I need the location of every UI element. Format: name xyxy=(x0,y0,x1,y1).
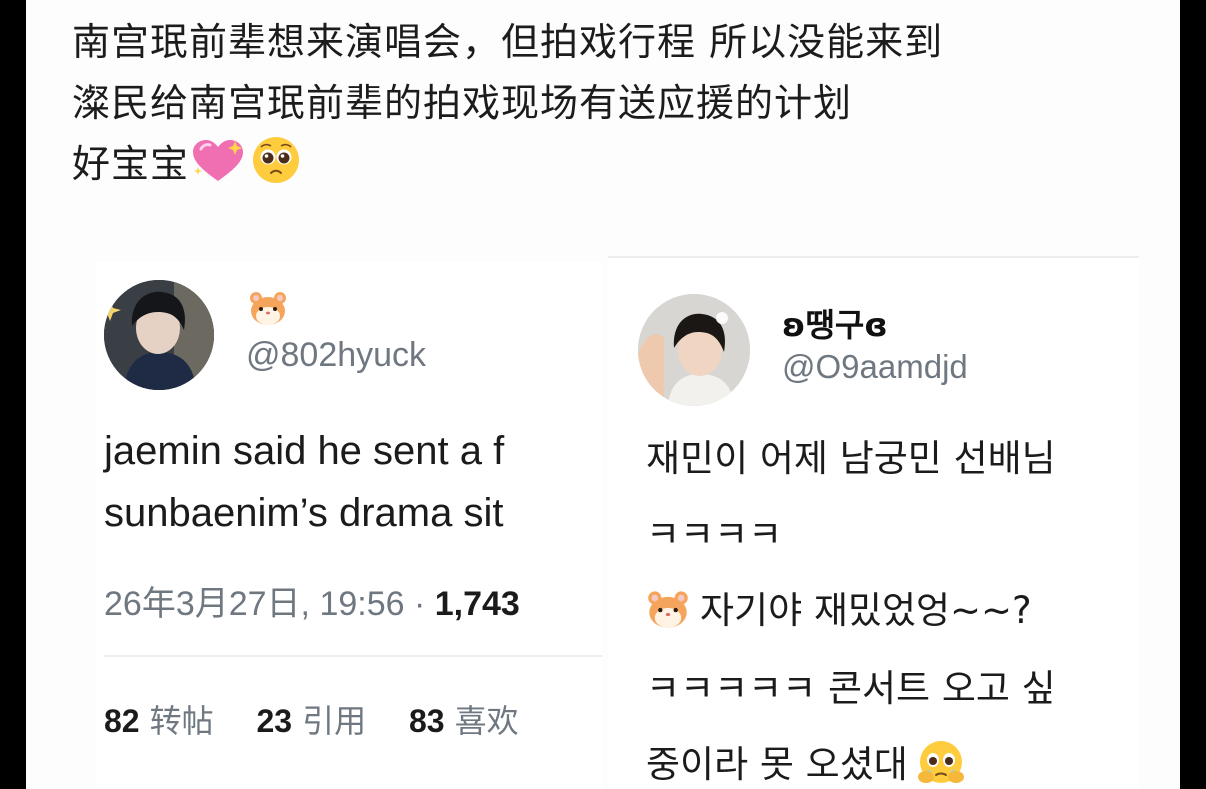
tweet-stats: 82 转帖 23 引用 83 喜欢 xyxy=(104,696,553,742)
tweet-date[interactable]: 26年3月27日, 19:56 · xyxy=(104,585,435,623)
tweet-text-line-3: 자기야 재밌었엉~~? xyxy=(646,580,1032,634)
post-caption: 南宫珉前辈想来演唱会，但拍戏行程 所以没能来到 澯民给南宫珉前辈的拍戏现场有送应… xyxy=(72,12,1152,195)
screenshot: 南宫珉前辈想来演唱会，但拍戏行程 所以没能来到 澯民给南宫珉前辈的拍戏现场有送应… xyxy=(26,0,1180,789)
tweet-text-line-3-text: 자기야 재밌었엉~~? xyxy=(700,589,1032,632)
tweet-meta: 26年3月27日, 19:56 · 1,743 xyxy=(104,576,520,625)
tweet-card-left[interactable]: @802hyuck jaemin said he sent a f sunbae… xyxy=(96,262,602,789)
stat-quotes[interactable]: 23 引用 xyxy=(257,703,367,739)
tweet-text-line-4: ㅋㅋㅋㅋㅋ 콘서트 오고 싶 xyxy=(646,667,1056,710)
tweet-text-line-1: jaemin said he sent a f xyxy=(104,429,505,473)
caption-line-1: 南宫珉前辈想来演唱会，但拍戏行程 所以没能来到 xyxy=(72,20,944,64)
tweet-views: 1,743 xyxy=(434,585,520,623)
avatar-photo xyxy=(638,294,750,406)
stat-label: 转帖 xyxy=(149,703,214,739)
pleading-face-icon xyxy=(253,137,300,183)
stat-label: 喜欢 xyxy=(454,703,519,739)
stat-count: 83 xyxy=(409,703,445,739)
stat-count: 23 xyxy=(256,703,293,739)
avatar-photo xyxy=(104,280,214,390)
caption-line-2: 澯民给南宫珉前辈的拍戏现场有送应援的计划 xyxy=(72,81,853,125)
caption-line-3-text: 好宝宝 xyxy=(72,142,190,186)
hamster-face-icon xyxy=(648,591,688,628)
stat-label: 引用 xyxy=(302,703,367,739)
face-holding-back-tears-icon xyxy=(917,741,964,783)
sparkling-heart-icon xyxy=(193,140,244,181)
tweet-card-right[interactable]: ʚ땡구ɞ @O9aamdjd 재민이 어제 남궁민 선배님 ㅋㅋㅋㅋ 자기야 재… xyxy=(608,256,1139,789)
tweet-handle[interactable]: @O9aamdjd xyxy=(782,348,968,386)
stat-likes[interactable]: 83 喜欢 xyxy=(409,703,519,739)
tweet-text-line-5: 중이라 못 오셨대 xyxy=(646,734,968,788)
hamster-face-icon xyxy=(250,292,286,325)
stat-retweets[interactable]: 82 转帖 xyxy=(104,703,214,739)
tweet-text-line-2: ㅋㅋㅋㅋ xyxy=(646,513,783,556)
stat-count: 82 xyxy=(104,703,140,739)
tweet-text: jaemin said he sent a f sunbaenim’s dram… xyxy=(104,420,504,544)
avatar[interactable] xyxy=(638,294,750,406)
avatar[interactable] xyxy=(104,280,214,390)
tweet-handle[interactable]: @802hyuck xyxy=(246,336,426,375)
tweet-text-line-5-text: 중이라 못 오셨대 xyxy=(646,743,908,786)
divider xyxy=(104,655,602,657)
tweet-text-line-2: sunbaenim’s drama sit xyxy=(104,491,504,535)
tweet-text-line-1: 재민이 어제 남궁민 선배님 xyxy=(646,437,1056,480)
display-name[interactable]: ʚ땡구ɞ xyxy=(782,300,888,346)
caption-line-3: 好宝宝 xyxy=(72,134,1152,195)
